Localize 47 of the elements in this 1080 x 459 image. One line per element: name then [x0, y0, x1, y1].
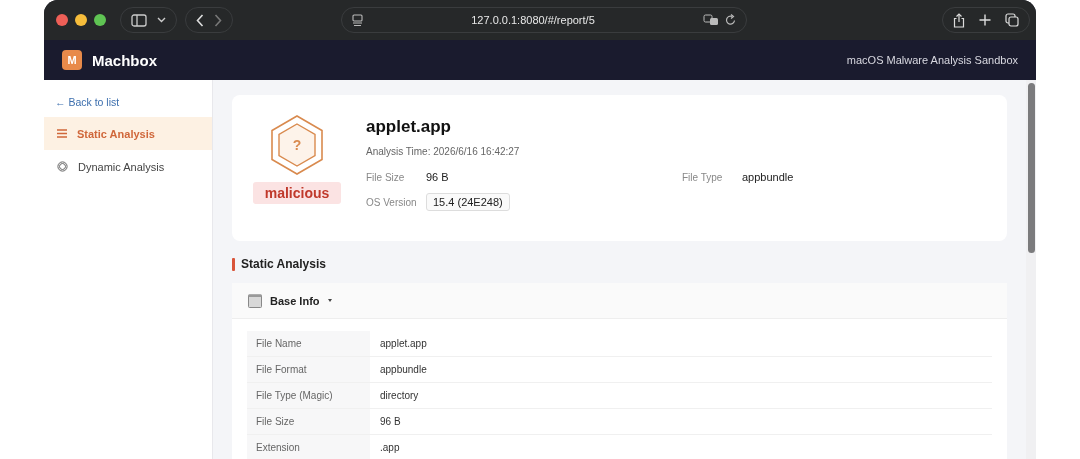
panel-header[interactable]: Base Info — [232, 283, 1007, 319]
reload-icon[interactable] — [725, 14, 736, 26]
list-icon — [57, 129, 67, 138]
notepad-icon — [248, 293, 262, 308]
share-icon[interactable] — [953, 12, 965, 28]
row-label: File Name — [247, 331, 370, 357]
row-value: .app — [370, 435, 992, 459]
sidebar-item[interactable]: Dynamic Analysis — [44, 150, 212, 183]
field-label: OS Version — [366, 196, 418, 208]
verdict-badge: malicious — [252, 182, 342, 204]
row-label: Extension — [247, 435, 370, 459]
version-tag: 15.4 (24E248) — [426, 193, 510, 211]
field-value: appbundle — [742, 171, 794, 183]
field-label: File Type — [682, 171, 724, 183]
row-value: directory — [370, 383, 992, 409]
row-label: File Type (Magic) — [247, 383, 370, 409]
report-title: applet.app — [366, 117, 452, 137]
field-label: File Size — [366, 171, 406, 183]
back-link[interactable]: ← Back to list — [55, 96, 120, 108]
field-value: 96 B — [426, 171, 449, 183]
window-control-icon[interactable] — [94, 14, 106, 26]
row-label: File Size — [247, 409, 370, 435]
panel-title: Base Info — [270, 294, 320, 307]
url-text: 127.0.0.1:8080/#/report/5 — [471, 14, 595, 26]
section-title: Static Analysis — [241, 257, 326, 271]
tabs-icon[interactable] — [1005, 13, 1019, 27]
row-value: 96 B — [370, 409, 992, 435]
row-label: File Format — [247, 357, 370, 383]
accent-bar — [232, 257, 235, 271]
row-value: appbundle — [370, 357, 992, 383]
page-icon — [352, 13, 363, 27]
translate-icon[interactable] — [703, 14, 719, 26]
scrollbar-thumb[interactable] — [1027, 83, 1035, 253]
sidebar-icon — [131, 13, 147, 27]
logo-icon: M — [62, 50, 82, 70]
window-control-icon[interactable] — [56, 14, 68, 26]
window-control-icon[interactable] — [75, 14, 87, 26]
chevron-down-icon — [157, 17, 166, 23]
row-value: applet.app — [370, 331, 992, 357]
app-title: Machbox — [92, 51, 157, 69]
plus-icon[interactable] — [979, 14, 991, 26]
app-tagline: macOS Malware Analysis Sandbox — [846, 54, 1018, 66]
forward-icon[interactable] — [214, 13, 222, 27]
scrollbar[interactable] — [1026, 80, 1036, 459]
ring-icon — [57, 161, 68, 172]
back-icon[interactable] — [196, 13, 204, 27]
analysis-time: Analysis Time: 2026/6/16 16:42:27 — [366, 146, 521, 157]
